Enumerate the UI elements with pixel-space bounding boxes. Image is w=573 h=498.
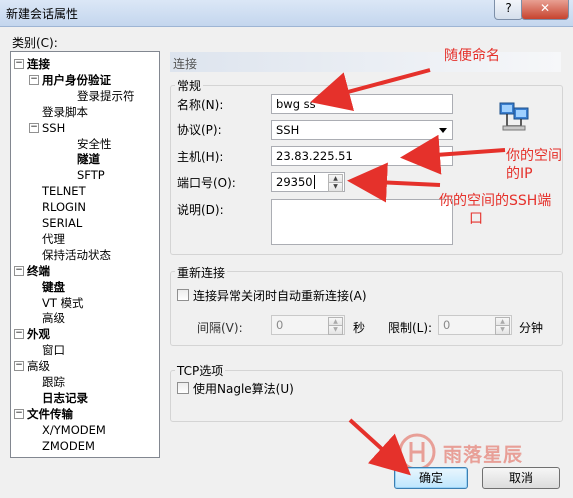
ok-button[interactable]: 确定: [394, 467, 468, 489]
network-computer-icon: [499, 102, 529, 131]
annotation-port-line2: 口: [469, 211, 483, 227]
nagle-checkbox[interactable]: [177, 382, 189, 394]
collapse-icon[interactable]: −: [14, 265, 24, 276]
port-input[interactable]: 29350 ▲ ▼: [271, 172, 345, 192]
annotation-name: 随便命名: [444, 48, 500, 64]
interval-label: 间隔(V):: [197, 321, 243, 335]
tree-item[interactable]: 文件传输: [27, 407, 73, 421]
category-tree[interactable]: 连接 − 用户身份验证 − 登录提示符 登录脚本 SSH − 安全性 隧道 SFTP TELNET RL…: [10, 51, 160, 458]
collapse-icon[interactable]: −: [29, 74, 39, 85]
tree-item[interactable]: 高级: [42, 311, 65, 325]
interval-spin-down-icon[interactable]: ▼: [328, 325, 343, 335]
tree-item[interactable]: 高级: [27, 359, 50, 373]
tree-item[interactable]: 连接: [27, 57, 50, 71]
host-input[interactable]: 23.83.225.51: [271, 146, 453, 166]
tree-item[interactable]: 保持活动状态: [42, 248, 111, 262]
name-label: 名称(N):: [177, 98, 224, 112]
collapse-icon[interactable]: −: [29, 122, 39, 133]
port-label: 端口号(O):: [177, 176, 236, 190]
tree-item[interactable]: 代理: [42, 232, 65, 246]
limit-value: 0: [443, 318, 451, 332]
collapse-icon[interactable]: −: [14, 361, 24, 372]
help-button[interactable]: ?: [494, 0, 523, 20]
limit-label: 限制(L):: [388, 321, 433, 335]
watermark-logo-icon: [398, 433, 436, 471]
general-group-title: 常规: [175, 77, 204, 94]
chevron-down-icon[interactable]: [435, 122, 451, 138]
desc-label: 说明(D):: [177, 203, 224, 217]
port-spin-down-icon[interactable]: ▼: [328, 182, 343, 192]
limit-input[interactable]: 0 ▲ ▼: [438, 315, 512, 335]
annotation-ip-line1: 你的空间: [506, 148, 562, 164]
tree-item[interactable]: 日志记录: [42, 391, 88, 405]
close-button[interactable]: ✕: [521, 0, 569, 20]
tree-item[interactable]: 跟踪: [42, 375, 65, 389]
tree-item[interactable]: 隧道: [77, 152, 100, 166]
collapse-icon[interactable]: −: [14, 59, 24, 69]
tree-item[interactable]: 登录脚本: [42, 105, 88, 119]
tree-item[interactable]: 外观: [27, 327, 50, 341]
tree-item[interactable]: 安全性: [77, 137, 112, 151]
name-input[interactable]: bwg ss: [271, 94, 453, 114]
limit-spin-down-icon[interactable]: ▼: [495, 325, 510, 335]
tree-item[interactable]: 终端: [27, 264, 50, 278]
description-textarea[interactable]: [271, 199, 453, 245]
window-title: 新建会话属性: [6, 7, 79, 21]
tree-item[interactable]: ZMODEM: [42, 439, 95, 453]
reconnect-group-title: 重新连接: [175, 264, 228, 281]
port-value: 29350: [276, 175, 313, 189]
section-header: 连接: [170, 52, 561, 72]
protocol-label: 协议(P):: [177, 123, 222, 137]
protocol-select[interactable]: SSH: [271, 120, 453, 140]
category-label: 类别(C):: [12, 36, 58, 50]
tree-item[interactable]: VT 模式: [42, 296, 84, 310]
tree-item[interactable]: TELNET: [42, 184, 86, 198]
tree-item[interactable]: 用户身份验证: [42, 73, 111, 87]
cancel-button[interactable]: 取消: [482, 467, 560, 489]
tree-item[interactable]: 登录提示符: [77, 89, 135, 103]
section-title: 连接: [173, 57, 198, 71]
interval-input[interactable]: 0 ▲ ▼: [271, 315, 345, 335]
auto-reconnect-label: 连接异常关闭时自动重新连接(A): [193, 289, 367, 303]
tree-item[interactable]: 键盘: [42, 280, 65, 294]
nagle-label: 使用Nagle算法(U): [193, 382, 294, 396]
tree-item[interactable]: SFTP: [77, 168, 105, 182]
annotation-ip-line2: 的IP: [506, 166, 533, 182]
tree-item[interactable]: RLOGIN: [42, 200, 86, 214]
tcp-group-title: TCP选项: [175, 362, 226, 379]
watermark-text: 雨落星辰: [443, 444, 524, 466]
tree-item[interactable]: SSH: [42, 121, 65, 135]
tree-item[interactable]: SERIAL: [42, 216, 82, 230]
tree-item[interactable]: X/YMODEM: [42, 423, 106, 437]
tree-item[interactable]: 窗口: [42, 343, 65, 357]
annotation-port-line1: 你的空间的SSH端: [439, 193, 552, 209]
interval-unit: 秒: [353, 321, 366, 335]
collapse-icon[interactable]: −: [14, 408, 24, 419]
title-bar: 新建会话属性 ? ✕: [0, 0, 573, 27]
limit-unit: 分钟: [519, 321, 544, 335]
protocol-selected-value: SSH: [276, 123, 300, 137]
host-label: 主机(H):: [177, 150, 224, 164]
interval-value: 0: [276, 318, 284, 332]
collapse-icon[interactable]: −: [14, 329, 24, 340]
auto-reconnect-checkbox[interactable]: [177, 289, 189, 301]
